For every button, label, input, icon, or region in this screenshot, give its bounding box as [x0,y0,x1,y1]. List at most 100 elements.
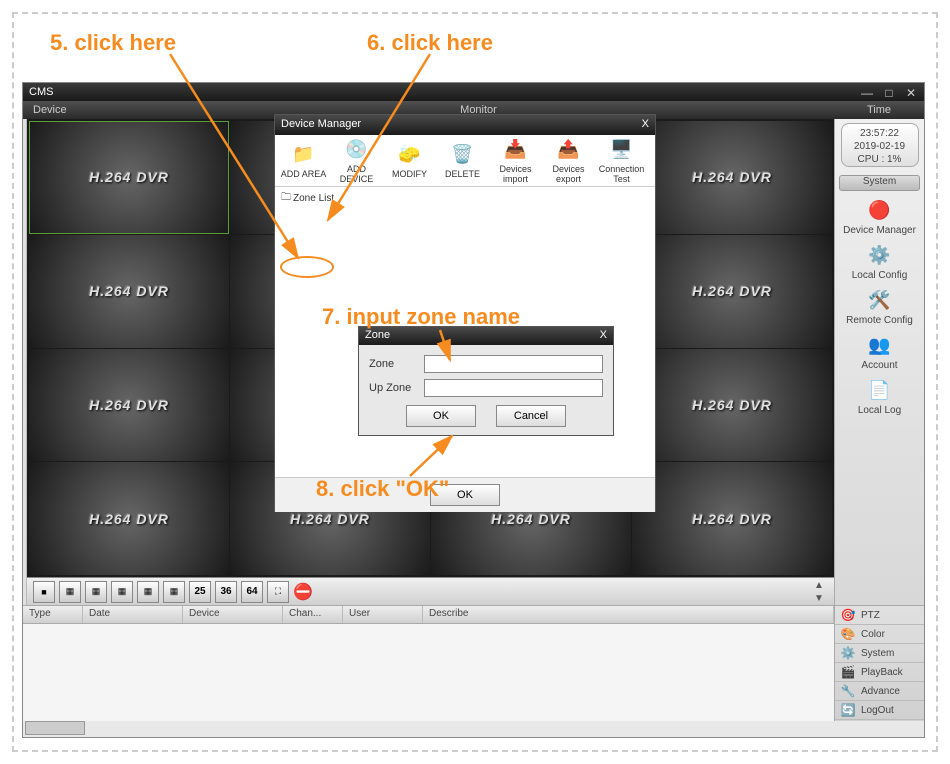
col-type[interactable]: Type [23,606,83,623]
video-toolbar: ■ ▦ ▦ ▦ ▦ ▦ 25 36 64 ⛶ ⛔ ▲▼ [27,577,834,605]
monitor-icon: 🖥️ [609,138,635,162]
titlebar: CMS — □ ✕ [23,83,924,101]
layout-36-button[interactable]: 36 [215,581,237,603]
video-cell[interactable]: H.264 DVR [29,462,229,575]
sidebar-item-local-config[interactable]: ⚙️ Local Config [839,242,920,281]
devices-import-button[interactable]: 📥Devices import [489,138,542,184]
video-cell[interactable]: H.264 DVR [632,462,832,575]
color-icon: 🎨 [841,627,855,641]
side-btn-logout[interactable]: 🔄LogOut [835,701,924,720]
fullscreen-button[interactable]: ⛶ [267,581,289,603]
side-buttons: 🎯PTZ 🎨Color ⚙️System 🎬PlayBack 🔧Advance … [834,605,924,721]
tree-zone-list[interactable]: 🗀Zone List [279,189,651,208]
layout-6-button[interactable]: ▦ [85,581,107,603]
video-cell[interactable]: H.264 DVR [29,349,229,462]
modify-button[interactable]: 🧽MODIFY [383,143,436,179]
video-cell[interactable]: H.264 DVR [632,349,832,462]
zone-close-button[interactable]: X [600,329,607,343]
layout-64-button[interactable]: 64 [241,581,263,603]
dm-close-button[interactable]: X [642,118,649,132]
side-btn-ptz[interactable]: 🎯PTZ [835,606,924,625]
system-icon: ⚙️ [841,646,855,660]
layout-8-button[interactable]: ▦ [111,581,133,603]
playback-icon: 🎬 [841,665,855,679]
sidebar-item-device-manager[interactable]: 🔴 Device Manager [839,197,920,236]
video-cell[interactable]: H.264 DVR [29,235,229,348]
user-icon: 👥 [866,332,894,358]
subheader-device: Device [23,104,123,116]
folder-icon: 🗀 [281,190,291,207]
col-describe[interactable]: Describe [423,606,834,623]
logout-icon: 🔄 [841,703,855,717]
export-icon: 📤 [556,138,582,162]
event-list: Type Date Device Chan... User Describe [23,605,834,721]
annotation-step5: 5. click here [50,30,176,56]
remote-icon: 🛠️ [866,287,894,313]
minimize-button[interactable]: — [860,86,874,98]
window-controls: — □ ✕ [860,86,918,98]
zone-label: Zone [369,358,424,370]
video-cell[interactable]: H.264 DVR [632,235,832,348]
sidebar-item-remote-config[interactable]: 🛠️ Remote Config [839,287,920,326]
layout-1-button[interactable]: ■ [33,581,55,603]
highlight-zone-list [280,256,334,278]
zone-title-text: Zone [365,329,390,343]
upzone-input[interactable] [424,379,603,397]
maximize-button[interactable]: □ [882,86,896,98]
delete-button[interactable]: 🗑️DELETE [436,143,489,179]
record-icon: 🔴 [866,197,894,223]
clock-date: 2019-02-19 [845,140,915,153]
app-title: CMS [29,86,53,98]
side-btn-color[interactable]: 🎨Color [835,625,924,644]
side-btn-advance[interactable]: 🔧Advance [835,682,924,701]
annotation-step6: 6. click here [367,30,493,56]
dm-title-text: Device Manager [281,118,361,132]
annotation-step7: 7. input zone name [322,304,520,330]
video-cell[interactable]: H.264 DVR [29,121,229,234]
zone-ok-button[interactable]: OK [406,405,476,427]
side-btn-playback[interactable]: 🎬PlayBack [835,663,924,682]
layout-25-button[interactable]: 25 [189,581,211,603]
layout-16-button[interactable]: ▦ [163,581,185,603]
trash-icon: 🗑️ [450,143,476,167]
edit-icon: 🧽 [397,143,423,167]
subheader-time: Time [834,104,924,116]
layout-4-button[interactable]: ▦ [59,581,81,603]
col-user[interactable]: User [343,606,423,623]
annotation-step8: 8. click "OK" [316,476,449,502]
record-icon[interactable]: ⛔ [293,582,313,602]
event-header-row: Type Date Device Chan... User Describe [23,606,834,624]
dm-toolbar: 📁ADD AREA 💿ADD DEVICE 🧽MODIFY 🗑️DELETE 📥… [275,135,655,187]
system-header: System [839,175,920,191]
clock-time: 23:57:22 [845,127,915,140]
video-cell[interactable]: H.264 DVR [632,121,832,234]
upzone-label: Up Zone [369,382,424,394]
side-btn-system[interactable]: ⚙️System [835,644,924,663]
col-device[interactable]: Device [183,606,283,623]
layout-9-button[interactable]: ▦ [137,581,159,603]
import-icon: 📥 [503,138,529,162]
zone-cancel-button[interactable]: Cancel [496,405,566,427]
ptz-icon: 🎯 [841,608,855,622]
advance-icon: 🔧 [841,684,855,698]
sidebar-item-account[interactable]: 👥 Account [839,332,920,371]
connection-test-button[interactable]: 🖥️Connection Test [595,138,648,184]
devices-export-button[interactable]: 📤Devices export [542,138,595,184]
zone-input[interactable] [424,355,603,373]
close-button[interactable]: ✕ [904,86,918,98]
clock-cpu: CPU : 1% [845,153,915,166]
gear-icon: ⚙️ [866,242,894,268]
folder-plus-icon: 📁 [291,143,317,167]
clock-box: 23:57:22 2019-02-19 CPU : 1% [841,123,919,167]
add-device-button[interactable]: 💿ADD DEVICE [330,138,383,184]
sidebar-item-local-log[interactable]: 📄 Local Log [839,377,920,416]
dm-titlebar: Device Manager X [275,115,655,135]
log-icon: 📄 [866,377,894,403]
add-area-button[interactable]: 📁ADD AREA [277,143,330,179]
zone-dialog: Zone X Zone Up Zone OK Cancel [358,326,614,436]
status-bar [25,721,85,735]
col-date[interactable]: Date [83,606,183,623]
col-channel[interactable]: Chan... [283,606,343,623]
scroll-arrows[interactable]: ▲▼ [814,580,828,604]
device-icon: 💿 [344,138,370,162]
